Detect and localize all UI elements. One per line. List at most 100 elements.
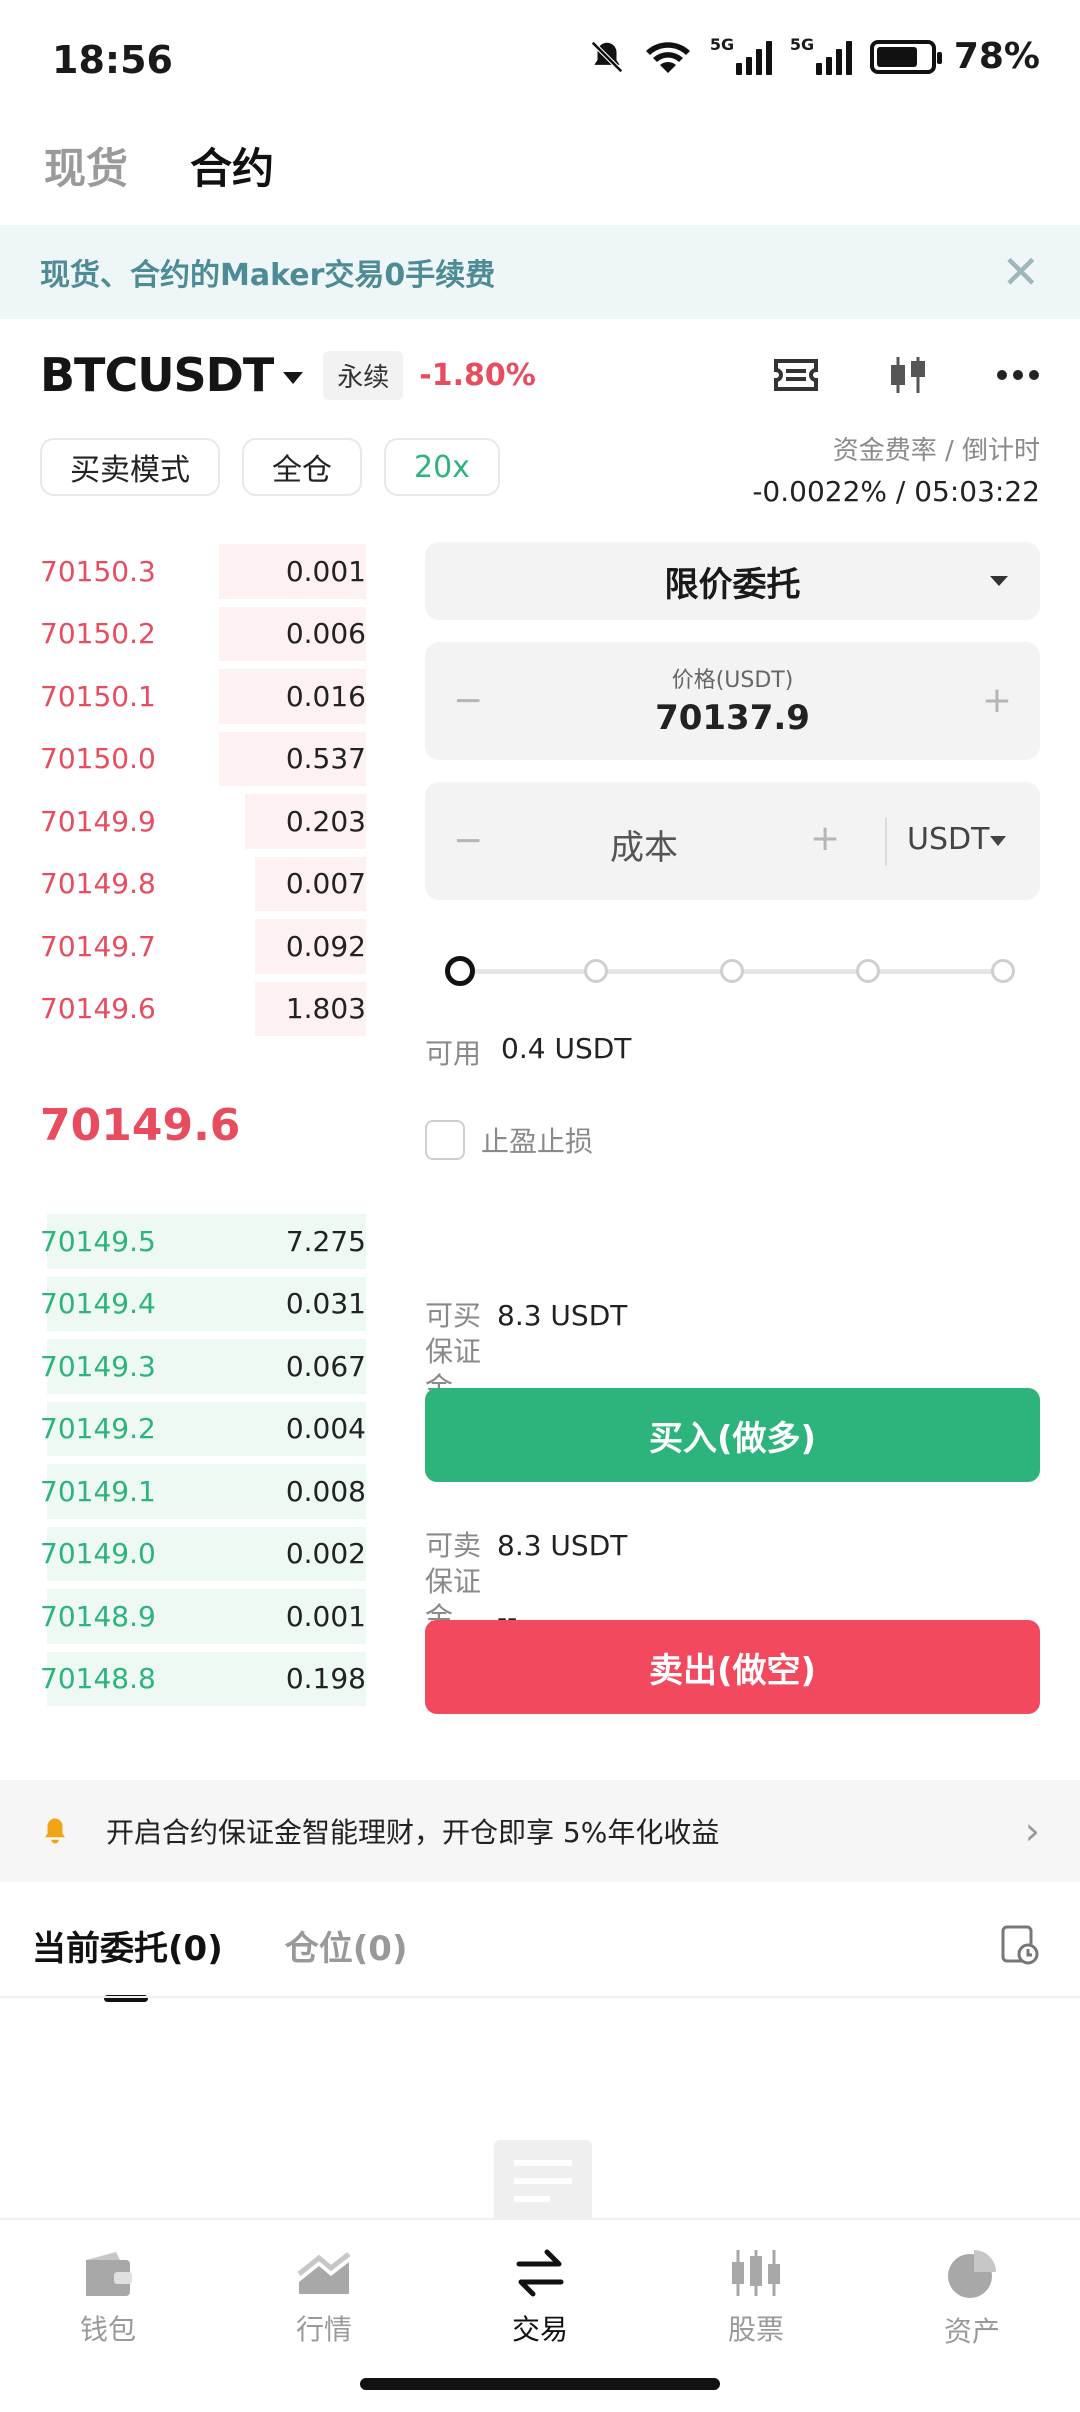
- order-book-asks: 70150.3 0.001 70150.2 0.006 70150.1 0.016 7015…: [40, 540, 366, 1040]
- order-book-row[interactable]: 70149.8 0.007: [40, 853, 366, 916]
- order-book-row[interactable]: 70149.5 7.275: [40, 1210, 366, 1273]
- chevron-right-icon[interactable]: ›: [1025, 1809, 1040, 1853]
- cost-unit-select[interactable]: USDT: [907, 822, 989, 857]
- exchange-icon: [516, 2249, 564, 2297]
- history-icon[interactable]: [1000, 1924, 1040, 1966]
- order-book-row[interactable]: 70150.2 0.006: [40, 603, 366, 666]
- cost-increment-button[interactable]: +: [810, 818, 840, 859]
- order-book-row[interactable]: 70149.2 0.004: [40, 1398, 366, 1461]
- divider: [885, 818, 887, 866]
- order-quantity: 0.001: [285, 554, 366, 588]
- status-time: 18:56: [52, 38, 173, 82]
- order-book-row[interactable]: 70148.9 0.001: [40, 1585, 366, 1648]
- cost-placeholder[interactable]: 成本: [610, 820, 678, 869]
- order-price: 70150.0: [40, 742, 156, 776]
- order-price: 70148.8: [40, 1662, 156, 1696]
- amount-slider[interactable]: [445, 956, 1015, 986]
- order-price: 70149.3: [40, 1349, 156, 1383]
- price-value[interactable]: 70137.9: [425, 698, 1040, 738]
- status-icons: 5G 5G 78%: [588, 35, 1040, 77]
- nav-wallet[interactable]: 钱包: [0, 2220, 216, 2412]
- slider-handle[interactable]: [445, 956, 475, 986]
- order-price: 70150.3: [40, 554, 156, 588]
- order-price: 70149.1: [40, 1474, 156, 1508]
- orders-tabs: 当前委托(0) 仓位(0): [32, 1910, 1040, 2002]
- funding-rate[interactable]: 资金费率 / 倒计时 -0.0022% / 05:03:22: [752, 430, 1040, 508]
- leverage-button[interactable]: 20x: [384, 438, 500, 496]
- nav-label: 交易: [511, 2313, 568, 2346]
- home-indicator: [360, 2378, 720, 2390]
- slider-step-25[interactable]: [584, 959, 608, 983]
- order-book-row[interactable]: 70149.6 1.803: [40, 978, 366, 1041]
- last-price[interactable]: 70149.6: [40, 1100, 240, 1151]
- order-type-select[interactable]: 限价委托: [425, 542, 1040, 620]
- earn-banner[interactable]: 开启合约保证金智能理财，开仓即享 5%年化收益 ›: [0, 1780, 1080, 1882]
- order-book-row[interactable]: 70149.4 0.031: [40, 1273, 366, 1336]
- trade-mode-button[interactable]: 买卖模式: [40, 438, 220, 496]
- nav-assets[interactable]: 资产: [864, 2220, 1080, 2412]
- order-price: 70149.4: [40, 1287, 156, 1321]
- price-increment-button[interactable]: +: [982, 680, 1012, 721]
- order-price: 70149.8: [40, 867, 156, 901]
- cost-input[interactable]: − 成本 + USDT: [425, 782, 1040, 900]
- earn-text: 开启合约保证金智能理财，开仓即享 5%年化收益: [106, 1816, 720, 1849]
- price-input[interactable]: − 价格(USDT) 70137.9 +: [425, 642, 1040, 760]
- can-buy-label: 可买: [425, 1299, 482, 1332]
- nav-label: 行情: [295, 2313, 352, 2346]
- order-price: 70149.5: [40, 1224, 156, 1258]
- symbol-name[interactable]: BTCUSDT: [40, 348, 274, 402]
- order-type-label: 限价委托: [664, 564, 801, 605]
- order-quantity: 0.198: [285, 1662, 366, 1696]
- ticket-icon[interactable]: [772, 355, 820, 395]
- order-quantity: 7.275: [285, 1224, 366, 1258]
- can-sell-value: 8.3 USDT: [497, 1529, 628, 1562]
- slider-step-75[interactable]: [856, 959, 880, 983]
- close-icon[interactable]: ✕: [1001, 245, 1040, 299]
- more-icon[interactable]: [996, 369, 1040, 381]
- order-book-row[interactable]: 70149.9 0.203: [40, 790, 366, 853]
- margin-mode-button[interactable]: 全仓: [242, 438, 362, 496]
- tab-positions[interactable]: 仓位(0): [285, 1921, 408, 1970]
- available-balance: 可用 0.4 USDT: [425, 1032, 631, 1072]
- contract-type-badge: 永续: [323, 350, 404, 400]
- cost-decrement-button[interactable]: −: [453, 820, 483, 861]
- divider: [0, 1996, 1080, 1998]
- nav-label: 钱包: [79, 2313, 136, 2346]
- tab-spot[interactable]: 现货: [44, 135, 128, 196]
- order-price: 70150.1: [40, 679, 156, 713]
- order-book-row[interactable]: 70150.3 0.001: [40, 540, 366, 603]
- symbol-dropdown-icon[interactable]: [283, 372, 304, 384]
- can-buy-value: 8.3 USDT: [497, 1299, 628, 1332]
- order-book-bids: 70149.5 7.275 70149.4 0.031 70149.3 0.067 7014…: [40, 1210, 366, 1710]
- order-book-row[interactable]: 70149.0 0.002: [40, 1523, 366, 1586]
- buy-long-button[interactable]: 买入(做多): [425, 1388, 1040, 1482]
- status-bar: 18:56 5G 5G 78%: [0, 0, 1080, 120]
- slider-step-50[interactable]: [720, 959, 744, 983]
- tpsl-checkbox[interactable]: [425, 1120, 465, 1160]
- order-book-row[interactable]: 70149.1 0.008: [40, 1460, 366, 1523]
- tab-current-orders[interactable]: 当前委托(0): [32, 1921, 223, 2002]
- order-quantity: 0.007: [285, 867, 366, 901]
- signal-icon-2: 5G: [790, 35, 852, 75]
- unit-dropdown-icon[interactable]: [990, 836, 1006, 846]
- tpsl-toggle[interactable]: 止盈止损: [425, 1120, 593, 1160]
- candlestick-icon[interactable]: [886, 353, 930, 397]
- order-price: 70150.2: [40, 617, 156, 651]
- order-book-row[interactable]: 70148.8 0.198: [40, 1648, 366, 1711]
- slider-step-100[interactable]: [991, 959, 1015, 983]
- order-quantity: 0.006: [285, 617, 366, 651]
- can-sell-label: 可卖: [425, 1529, 482, 1562]
- order-price: 70149.2: [40, 1412, 156, 1446]
- sell-short-button[interactable]: 卖出(做空): [425, 1620, 1040, 1714]
- nav-label: 股票: [727, 2313, 784, 2346]
- order-quantity: 0.067: [285, 1349, 366, 1383]
- empty-state-icon: [494, 2140, 592, 2220]
- order-book-row[interactable]: 70150.0 0.537: [40, 728, 366, 791]
- funding-value: -0.0022% / 05:03:22: [752, 475, 1040, 508]
- tab-contract[interactable]: 合约: [190, 135, 274, 196]
- order-book-row[interactable]: 70149.3 0.067: [40, 1335, 366, 1398]
- order-book-row[interactable]: 70150.1 0.016: [40, 665, 366, 728]
- promo-banner[interactable]: 现货、合约的Maker交易0手续费 ✕: [0, 225, 1080, 319]
- order-price: 70149.9: [40, 804, 156, 838]
- order-book-row[interactable]: 70149.7 0.092: [40, 915, 366, 978]
